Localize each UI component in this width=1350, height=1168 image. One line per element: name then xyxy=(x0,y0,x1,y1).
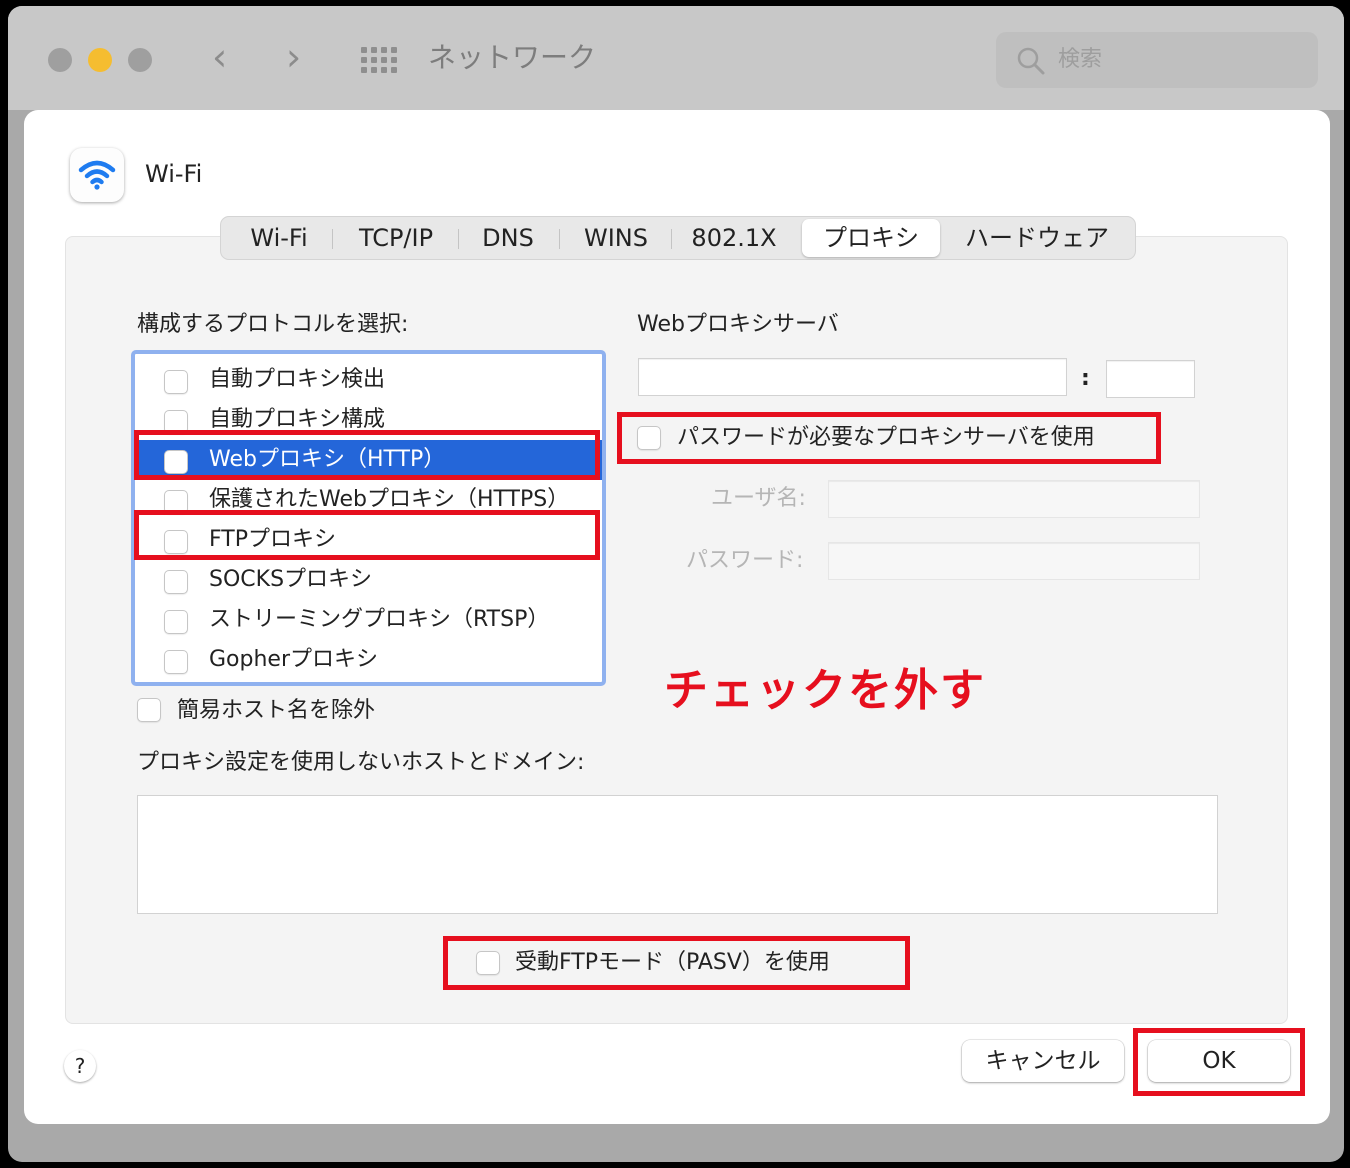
tab-wifi[interactable]: Wi-Fi xyxy=(229,217,329,259)
back-button[interactable]: ‹ xyxy=(212,32,227,82)
minimize-window-button[interactable] xyxy=(88,48,112,72)
bypass-hosts-textarea[interactable] xyxy=(137,795,1218,914)
highlight-web-http xyxy=(134,430,600,480)
show-all-grid-icon[interactable] xyxy=(361,47,397,73)
gopher-checkbox[interactable] xyxy=(164,650,188,674)
socks-checkbox[interactable] xyxy=(164,570,188,594)
exclude-simple-hostnames-checkbox[interactable] xyxy=(137,698,161,722)
tab-separator xyxy=(671,229,672,249)
tab-8021x[interactable]: 802.1X xyxy=(675,217,793,259)
tab-hardware[interactable]: ハードウェア xyxy=(949,217,1125,259)
highlight-require-password xyxy=(617,412,1161,464)
username-field[interactable] xyxy=(828,480,1200,518)
help-button[interactable]: ? xyxy=(64,1050,96,1082)
window-toolbar: ‹ › ネットワーク 検索 xyxy=(8,6,1344,110)
protocol-label: Gopherプロキシ xyxy=(209,647,378,672)
protocol-list-heading: 構成するプロトコルを選択: xyxy=(137,312,409,337)
cancel-button[interactable]: キャンセル xyxy=(962,1040,1124,1082)
highlight-ftp xyxy=(134,510,600,560)
highlight-passive-ftp xyxy=(443,936,910,990)
password-field[interactable] xyxy=(828,542,1200,580)
interface-name: Wi-Fi xyxy=(145,160,203,188)
protocol-label: ストリーミングプロキシ（RTSP） xyxy=(209,607,550,632)
protocol-row-socks[interactable]: SOCKSプロキシ xyxy=(135,560,602,600)
zoom-window-button[interactable] xyxy=(128,48,152,72)
wifi-icon xyxy=(70,148,124,202)
proxy-host-field[interactable] xyxy=(638,358,1067,396)
proxy-port-field[interactable] xyxy=(1106,360,1195,398)
bypass-hosts-label: プロキシ設定を使用しないホストとドメイン: xyxy=(137,750,585,775)
port-separator: : xyxy=(1081,366,1090,391)
search-field[interactable]: 検索 xyxy=(996,32,1318,88)
tab-bar: Wi-Fi TCP/IP DNS WINS 802.1X プロキシ ハードウェア xyxy=(220,216,1136,260)
proxy-server-heading: Webプロキシサーバ xyxy=(637,312,839,337)
window-title: ネットワーク xyxy=(428,41,597,74)
forward-button[interactable]: › xyxy=(286,32,301,82)
tab-separator xyxy=(559,229,560,249)
annotation-callout: チェックを外す xyxy=(664,665,986,716)
protocol-row-gopher[interactable]: Gopherプロキシ xyxy=(135,640,602,680)
search-icon xyxy=(1017,47,1045,75)
search-placeholder: 検索 xyxy=(1058,47,1103,72)
protocol-row-rtsp[interactable]: ストリーミングプロキシ（RTSP） xyxy=(135,600,602,640)
protocol-label: 自動プロキシ検出 xyxy=(209,367,386,392)
highlight-ok-button xyxy=(1133,1028,1305,1096)
exclude-simple-hostnames-label: 簡易ホスト名を除外 xyxy=(177,698,376,723)
password-label: パスワード: xyxy=(686,548,804,573)
username-label: ユーザ名: xyxy=(711,486,806,511)
tab-wins[interactable]: WINS xyxy=(563,217,669,259)
rtsp-checkbox[interactable] xyxy=(164,610,188,634)
tab-proxies[interactable]: プロキシ xyxy=(802,219,940,257)
tab-dns[interactable]: DNS xyxy=(461,217,555,259)
protocol-row-auto-discovery[interactable]: 自動プロキシ検出 xyxy=(135,360,602,400)
close-window-button[interactable] xyxy=(48,48,72,72)
tab-separator xyxy=(458,229,459,249)
tab-separator xyxy=(332,229,333,249)
auto-discovery-checkbox[interactable] xyxy=(164,370,188,394)
protocol-label: SOCKSプロキシ xyxy=(209,567,373,592)
tab-tcpip[interactable]: TCP/IP xyxy=(335,217,457,259)
